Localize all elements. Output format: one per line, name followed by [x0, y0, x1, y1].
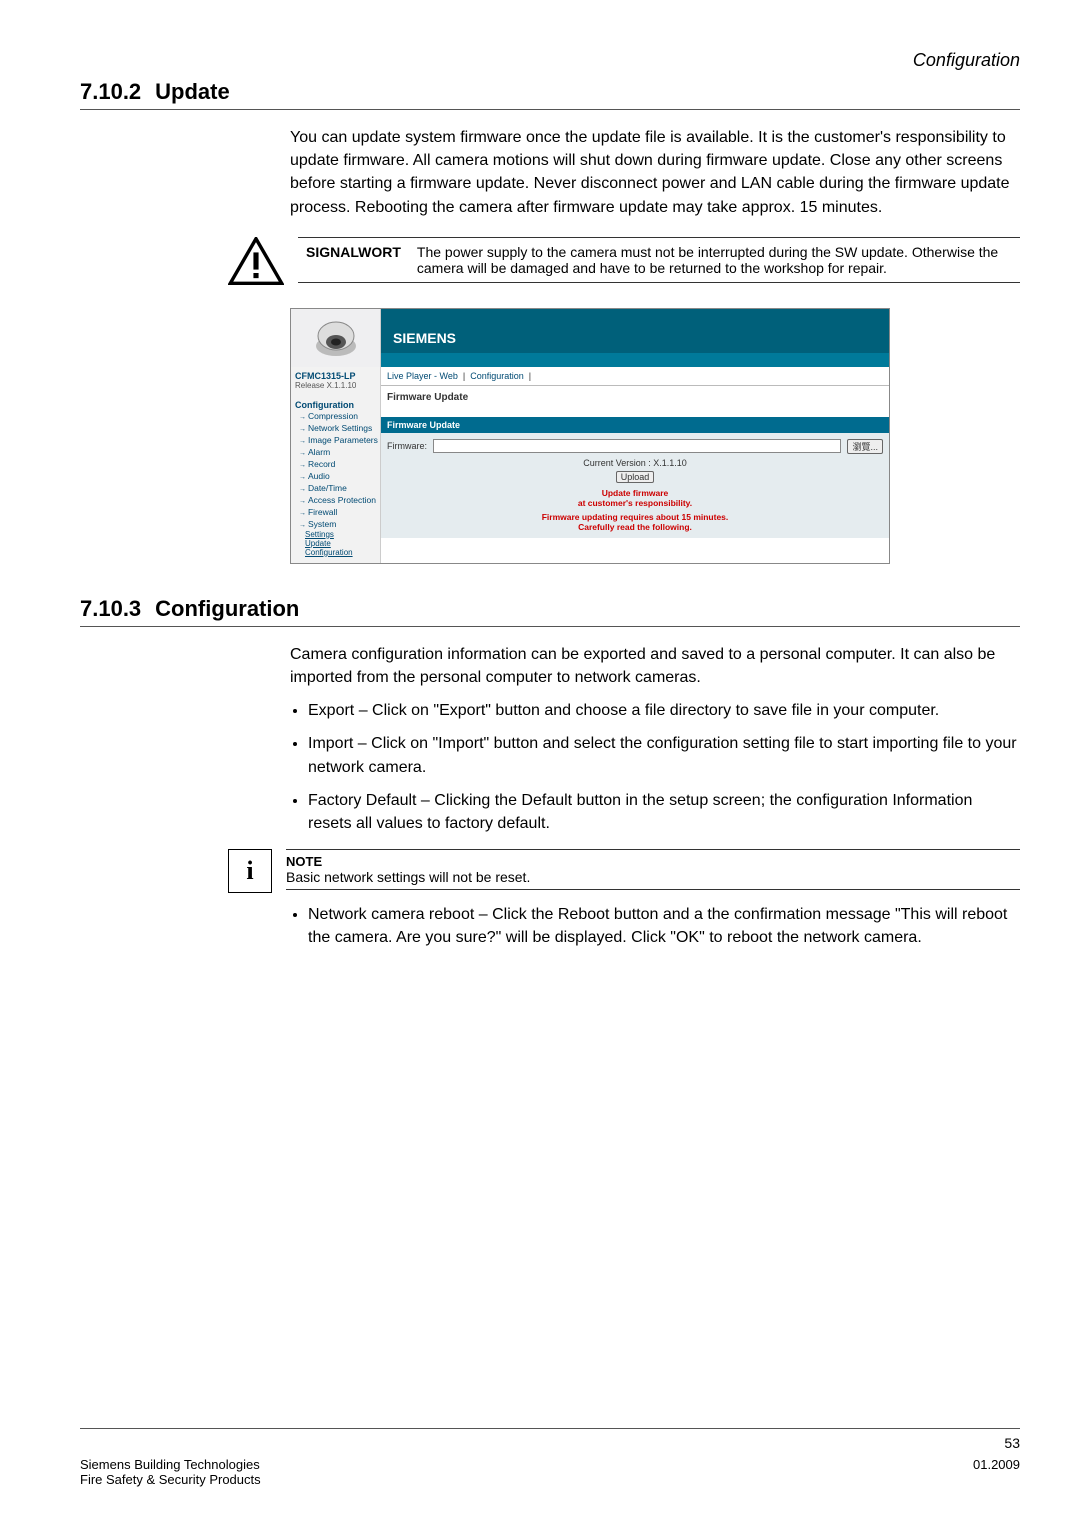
sidebar-item-datetime[interactable]: Date/Time [295, 482, 376, 494]
sidebar-item-access[interactable]: Access Protection [295, 494, 376, 506]
embedded-screenshot: SIEMENS CFMC1315-LP Release X.1.1.10 Con… [290, 308, 890, 564]
bullet-list: Export – Click on "Export" button and ch… [308, 699, 1020, 835]
camera-thumbnail [291, 309, 381, 367]
sidebar: CFMC1315-LP Release X.1.1.10 Configurati… [291, 367, 381, 563]
sidebar-item-record[interactable]: Record [295, 458, 376, 470]
warning-icon [228, 237, 284, 290]
warning-line-3: Firmware updating requires about 15 minu… [387, 512, 883, 522]
configuration-paragraph: Camera configuration information can be … [290, 643, 1020, 689]
info-icon: i [228, 849, 272, 893]
sidebar-item-audio[interactable]: Audio [295, 470, 376, 482]
browse-button[interactable]: 瀏覽... [847, 439, 883, 454]
section-title: Update [155, 79, 230, 105]
firmware-label: Firmware: [387, 441, 427, 451]
panel-header: Firmware Update [381, 417, 889, 433]
brand-bar: SIEMENS [381, 309, 889, 367]
release-label: Release X.1.1.10 [295, 381, 376, 390]
bullet-import: Import – Click on "Import" button and se… [308, 732, 1020, 778]
firmware-file-input[interactable] [433, 439, 841, 453]
page-footer: 53 Siemens Building Technologies Fire Sa… [80, 1428, 1020, 1487]
running-header: Configuration [80, 50, 1020, 71]
sidebar-sub-configuration[interactable]: Configuration [295, 548, 376, 557]
update-paragraph: You can update system firmware once the … [290, 126, 1020, 219]
divider [80, 109, 1020, 110]
note-title: NOTE [286, 854, 1020, 869]
model-label: CFMC1315-LP [295, 371, 376, 381]
page-title: Firmware Update [381, 386, 889, 417]
bullet-reboot: Network camera reboot – Click the Reboot… [308, 903, 1020, 949]
warning-line-2: at customer's responsibility. [387, 498, 883, 508]
sidebar-item-compression[interactable]: Compression [295, 410, 376, 422]
breadcrumb: Live Player - Web | Configuration | [381, 367, 889, 386]
footer-date: 01.2009 [973, 1457, 1020, 1487]
signal-label: SIGNALWORT [298, 237, 409, 282]
warning-line-1: Update firmware [387, 488, 883, 498]
sidebar-item-network[interactable]: Network Settings [295, 422, 376, 434]
bullet-list-2: Network camera reboot – Click the Reboot… [308, 903, 1020, 949]
sidebar-item-firewall[interactable]: Firewall [295, 506, 376, 518]
section-heading-update: 7.10.2 Update [80, 79, 1020, 105]
upload-button[interactable]: Upload [616, 471, 655, 483]
section-number: 7.10.2 [80, 79, 141, 105]
crumb-conf[interactable]: Configuration [470, 371, 524, 381]
bullet-factory: Factory Default – Clicking the Default b… [308, 789, 1020, 835]
section-number: 7.10.3 [80, 596, 141, 622]
sidebar-header: Configuration [295, 400, 376, 410]
crumb-live[interactable]: Live Player - Web [387, 371, 458, 381]
footer-division: Fire Safety & Security Products [80, 1472, 261, 1487]
warning-line-4: Carefully read the following. [387, 522, 883, 532]
note-box: NOTE Basic network settings will not be … [286, 849, 1020, 890]
sidebar-item-alarm[interactable]: Alarm [295, 446, 376, 458]
footer-company: Siemens Building Technologies [80, 1457, 261, 1472]
sidebar-sub-settings[interactable]: Settings [295, 530, 376, 539]
sidebar-sub-update[interactable]: Update [295, 539, 376, 548]
section-heading-configuration: 7.10.3 Configuration [80, 596, 1020, 622]
section-title: Configuration [155, 596, 299, 622]
current-version: Current Version : X.1.1.10 [387, 458, 883, 468]
page-number: 53 [80, 1435, 1020, 1451]
signal-box: SIGNALWORT The power supply to the camer… [298, 237, 1020, 283]
sidebar-item-image[interactable]: Image Parameters [295, 434, 376, 446]
signal-text: The power supply to the camera must not … [409, 237, 1020, 282]
note-text: Basic network settings will not be reset… [286, 869, 1020, 885]
sidebar-item-system[interactable]: System [295, 518, 376, 530]
bullet-export: Export – Click on "Export" button and ch… [308, 699, 1020, 722]
divider [80, 626, 1020, 627]
